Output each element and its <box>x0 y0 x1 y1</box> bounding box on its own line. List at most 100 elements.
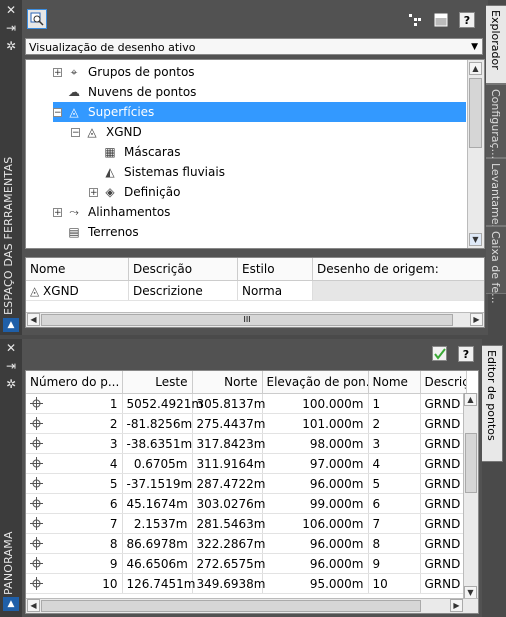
column-header[interactable]: Estilo <box>237 258 313 281</box>
table-cell: 106.000m <box>262 513 369 534</box>
scroll-left-button[interactable]: ◀ <box>27 313 40 326</box>
tree-view-icon[interactable] <box>407 12 423 28</box>
tab-levantame[interactable]: Levantame... <box>486 158 506 235</box>
table-cell: 8 <box>26 533 123 554</box>
table-row[interactable]: 10 126.7451m 349.6938m 95.000m 10 GRND <box>26 573 467 594</box>
scroll-up-button[interactable]: ▲ <box>464 393 477 406</box>
help-icon[interactable]: ? <box>459 12 475 28</box>
scroll-left-button[interactable]: ◀ <box>27 599 40 612</box>
point-icon <box>30 557 43 573</box>
table-row[interactable]: 3 -38.6351m 317.8423m 98.000m 3 GRND <box>26 433 467 454</box>
surface-icon: ◬ <box>87 125 97 139</box>
table-row[interactable]: 2 -81.8256m 275.4437m 101.000m 2 GRND <box>26 413 467 434</box>
preview-icon[interactable] <box>27 9 47 29</box>
tree-item[interactable]: ▦ Máscaras <box>89 142 180 162</box>
table-cell: 96.000m <box>262 473 369 494</box>
column-header[interactable]: Nome <box>368 371 421 394</box>
panorama-side-strip: ✕ ⇥ ✲ PANORAMA ▲ <box>0 339 22 617</box>
table-row[interactable]: 8 86.6978m 322.2867m 96.000m 8 GRND <box>26 533 467 554</box>
tree-scrollbar[interactable]: ▲ ▼ <box>467 60 484 248</box>
column-header[interactable]: Descriç <box>420 371 467 394</box>
list-item[interactable]: ◬ XGND Descrizione Norma <box>26 280 484 301</box>
column-header[interactable]: Desenho de origem: <box>312 258 484 281</box>
scroll-down-button[interactable]: ▼ <box>469 233 482 246</box>
tree-item[interactable]: + ⌖ Grupos de pontos <box>53 62 195 82</box>
table-cell: 272.6575m <box>192 553 265 574</box>
panorama-panel: ? Número do p... Leste Norte Elevação de po… <box>22 339 482 617</box>
tree-item-label: Superfícies <box>88 105 155 119</box>
table-row[interactable]: 9 46.6506m 272.6575m 96.000m 9 GRND <box>26 553 467 574</box>
tree-item-label: XGND <box>106 125 142 139</box>
column-header[interactable]: Norte <box>192 371 263 394</box>
table-cell: GRND <box>420 433 467 454</box>
tree-item[interactable]: ▤ Terrenos <box>53 222 138 242</box>
list-cell-text: XGND <box>43 283 79 298</box>
table-cell: -81.8256m <box>122 413 193 434</box>
tree-item[interactable]: ◭ Sistemas fluviais <box>89 162 225 182</box>
tree-item-label: Sistemas fluviais <box>124 165 225 179</box>
grid-vscrollbar[interactable]: ▲ ▼ <box>463 393 478 599</box>
autohide-icon[interactable]: ⇥ <box>0 357 22 375</box>
autohide-icon[interactable]: ⇥ <box>0 19 22 37</box>
properties-icon[interactable]: ✲ <box>0 375 22 393</box>
list-view-icon[interactable] <box>433 12 449 28</box>
scroll-up-button[interactable]: ▲ <box>469 62 482 75</box>
point-number: 6 <box>109 496 118 511</box>
expander-icon[interactable]: − <box>53 107 62 117</box>
list-hscrollbar[interactable]: ◀ III ▶ <box>26 312 484 327</box>
column-header[interactable]: Nome <box>26 258 129 281</box>
expander-icon[interactable]: + <box>53 67 62 77</box>
grid-hscrollbar[interactable]: ◀ ▶ <box>26 598 478 613</box>
tab-editor-de-pontos[interactable]: Editor de pontos <box>482 345 503 462</box>
point-cloud-icon: ☁ <box>68 85 80 99</box>
grid-vscroll-thumb[interactable] <box>465 433 477 493</box>
close-icon[interactable]: ✕ <box>0 339 22 357</box>
column-header[interactable]: Leste <box>122 371 193 394</box>
table-cell: -37.1519m <box>122 473 193 494</box>
column-header[interactable]: Elevação de pon... <box>262 371 369 394</box>
table-cell: 3 <box>26 433 123 454</box>
table-row[interactable]: 6 45.1674m 303.0276m 99.000m 6 GRND <box>26 493 467 514</box>
table-row[interactable]: 4 0.6705m 311.9164m 97.000m 4 GRND <box>26 453 467 474</box>
expander-icon[interactable]: + <box>53 207 62 217</box>
masks-icon: ▦ <box>104 145 116 159</box>
column-header[interactable]: Descrição <box>128 258 238 281</box>
tree-item[interactable]: + ⤳ Alinhamentos <box>53 202 170 222</box>
tab-configura[interactable]: Configuraç... <box>486 84 506 159</box>
table-cell: GRND <box>420 453 467 474</box>
table-row[interactable]: 5 -37.1519m 287.4722m 96.000m 5 GRND <box>26 473 467 494</box>
point-icon <box>30 417 43 433</box>
list-hscroll-thumb[interactable]: III <box>41 314 453 326</box>
tree-item[interactable]: ☁ Nuvens de pontos <box>53 82 196 102</box>
view-dropdown[interactable]: Visualização de desenho ativo ▼ <box>25 38 483 55</box>
table-row[interactable]: 1 5052.4921m 305.8137m 100.000m 1 GRND <box>26 393 467 414</box>
expander-icon[interactable]: + <box>89 187 98 197</box>
toolspace-side-strip: ✕ ⇥ ✲ ESPAÇO DAS FERRAMENTAS ▲ <box>0 0 22 335</box>
table-row[interactable]: 7 2.1537m 281.5463m 106.000m 7 GRND <box>26 513 467 534</box>
point-icon <box>30 457 43 473</box>
tab-explorador[interactable]: Explorador <box>486 5 506 84</box>
table-cell: 317.8423m <box>192 433 265 454</box>
table-cell: 4 <box>26 453 123 474</box>
scroll-right-button[interactable]: ▶ <box>470 313 483 326</box>
properties-icon[interactable]: ✲ <box>0 37 22 55</box>
accept-icon[interactable] <box>432 346 447 361</box>
scroll-thumb[interactable] <box>469 78 482 148</box>
table-cell: GRND <box>420 513 467 534</box>
table-cell: 1 <box>26 393 123 414</box>
close-icon[interactable]: ✕ <box>0 1 22 19</box>
table-cell: 5 <box>26 473 123 494</box>
scroll-right-button[interactable]: ▶ <box>450 599 463 612</box>
table-cell: 6 <box>368 493 421 514</box>
expander-icon[interactable]: − <box>71 127 80 137</box>
point-number: 8 <box>109 536 118 551</box>
help-icon[interactable]: ? <box>458 346 474 362</box>
column-header[interactable]: Número do p... <box>26 371 123 394</box>
tab-caixa-de-fe[interactable]: Caixa de fe... <box>486 226 506 304</box>
tree-item[interactable]: − ◬ XGND <box>71 122 142 142</box>
tree-item[interactable]: − ◬ Superfícies <box>53 102 466 122</box>
table-cell: 4 <box>368 453 421 474</box>
grid-hscroll-thumb[interactable] <box>41 600 421 612</box>
tree-item[interactable]: + ◈ Definição <box>89 182 180 202</box>
point-number: 7 <box>109 516 118 531</box>
